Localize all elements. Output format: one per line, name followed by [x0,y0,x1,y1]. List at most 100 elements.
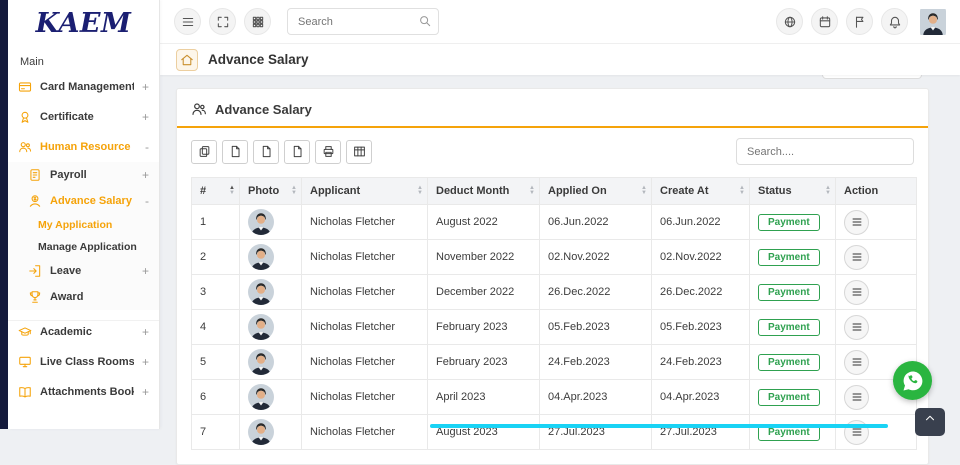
applied-on: 24.Feb.2023 [540,345,652,380]
sidebar-item-certificate[interactable]: Certificate + [8,102,159,132]
row-number: 4 [192,310,240,345]
table-header-row: #▲▼ Photo▲▼ Applicant▲▼ Deduct Month▲▼ A… [192,178,917,205]
sidebar: KAEM Main Card Management + Certificate … [8,0,160,429]
sidebar-item-payroll[interactable]: Payroll + [8,162,159,188]
bell-icon [888,15,902,29]
table-row: 5 Nicholas Fletcher February 2023 24.Feb… [192,345,917,380]
home-button[interactable] [176,49,198,71]
create-at: 02.Nov.2022 [652,240,750,275]
deduct-month: August 2023 [428,415,540,450]
horizontal-scrollbar[interactable] [430,424,888,428]
sidebar-toggle-button[interactable] [174,8,201,35]
col-header-applicant[interactable]: Applicant▲▼ [302,178,428,205]
sidebar-item-academic[interactable]: Academic + [8,320,159,347]
award-icon [28,290,42,304]
action-menu-icon [851,286,863,298]
print-button[interactable] [315,140,341,164]
create-at: 24.Feb.2023 [652,345,750,380]
col-header-create-at[interactable]: Create At▲▼ [652,178,750,205]
payroll-icon [28,168,42,182]
expand-toggle-icon[interactable]: + [142,110,149,124]
logo-box[interactable]: KAEM [8,0,159,46]
pdf-export-button[interactable] [284,140,310,164]
search-icon[interactable] [418,14,432,28]
col-header-action: Action [836,178,917,205]
expand-toggle-icon[interactable]: + [142,80,149,94]
columns-icon [353,145,366,158]
calendar-icon [818,15,832,29]
copy-icon [198,145,211,158]
row-action-button[interactable] [844,315,869,340]
expand-toggle-icon[interactable]: + [142,325,149,339]
applicant-name: Nicholas Fletcher [302,240,428,275]
applicant-name: Nicholas Fletcher [302,310,428,345]
sidebar-item-human-resource[interactable]: Human Resource - [8,132,159,162]
col-header-number[interactable]: #▲▼ [192,178,240,205]
user-avatar[interactable] [920,7,946,37]
status-badge: Payment [758,249,820,266]
language-globe-button[interactable] [776,8,803,35]
avatar-photo [920,7,946,37]
card-title: Advance Salary [215,102,312,117]
scroll-to-top-button[interactable] [915,408,945,436]
applicant-photo [248,419,274,445]
row-action-button[interactable] [844,350,869,375]
expand-toggle-icon[interactable]: + [142,355,149,369]
fullscreen-button[interactable] [209,8,236,35]
row-number: 2 [192,240,240,275]
flag-button[interactable] [846,8,873,35]
page-title: Advance Salary [208,52,309,67]
applicant-photo [248,384,274,410]
sidebar-item-my-application[interactable]: My Application [8,214,159,236]
deduct-month: August 2022 [428,205,540,240]
hamburger-icon [181,15,195,29]
row-action-button[interactable] [844,210,869,235]
expand-toggle-icon[interactable]: + [142,385,149,399]
col-header-deduct-month[interactable]: Deduct Month▲▼ [428,178,540,205]
row-action-button[interactable] [844,245,869,270]
row-number: 6 [192,380,240,415]
col-header-photo[interactable]: Photo▲▼ [240,178,302,205]
sort-icon: ▲▼ [291,186,297,196]
table-row: 4 Nicholas Fletcher February 2023 05.Feb… [192,310,917,345]
column-visibility-button[interactable] [346,140,372,164]
grid-icon [251,15,265,29]
notifications-button[interactable] [881,8,908,35]
calendar-button[interactable] [811,8,838,35]
sidebar-item-award[interactable]: Award [8,284,159,310]
sidebar-item-leave[interactable]: Leave + [8,258,159,284]
chevron-up-icon [923,411,937,425]
whatsapp-button[interactable] [893,361,932,400]
copy-button[interactable] [191,140,217,164]
row-number: 7 [192,415,240,450]
status-badge: Payment [758,389,820,406]
expand-toggle-icon[interactable]: + [142,264,149,278]
table-search-input[interactable] [736,138,914,165]
applied-on: 02.Nov.2022 [540,240,652,275]
sidebar-item-card-management[interactable]: Card Management + [8,72,159,102]
sidebar-item-manage-application[interactable]: Manage Application [8,236,159,258]
sidebar-item-attachments-book[interactable]: Attachments Book + [8,377,159,407]
applicant-name: Nicholas Fletcher [302,380,428,415]
print-icon [322,145,335,158]
sort-icon: ▲▼ [529,186,535,196]
table-row: 7 Nicholas Fletcher August 2023 27.Jul.2… [192,415,917,450]
collapse-toggle-icon[interactable]: - [145,194,149,208]
excel-export-button[interactable] [222,140,248,164]
row-action-button[interactable] [844,385,869,410]
deduct-month: December 2022 [428,275,540,310]
sidebar-menu: Card Management + Certificate + Human Re… [8,72,159,407]
applicant-photo [248,209,274,235]
collapse-toggle-icon[interactable]: - [145,140,149,154]
sidebar-item-live-class-rooms[interactable]: Live Class Rooms + [8,347,159,377]
card-icon [18,80,32,94]
apps-grid-button[interactable] [244,8,271,35]
globe-icon [783,15,797,29]
sidebar-item-advance-salary[interactable]: Advance Salary - [8,188,159,214]
col-header-applied-on[interactable]: Applied On▲▼ [540,178,652,205]
col-header-status[interactable]: Status▲▼ [750,178,836,205]
row-action-button[interactable] [844,280,869,305]
csv-export-button[interactable] [253,140,279,164]
global-search-input[interactable] [287,8,439,35]
expand-toggle-icon[interactable]: + [142,168,149,182]
